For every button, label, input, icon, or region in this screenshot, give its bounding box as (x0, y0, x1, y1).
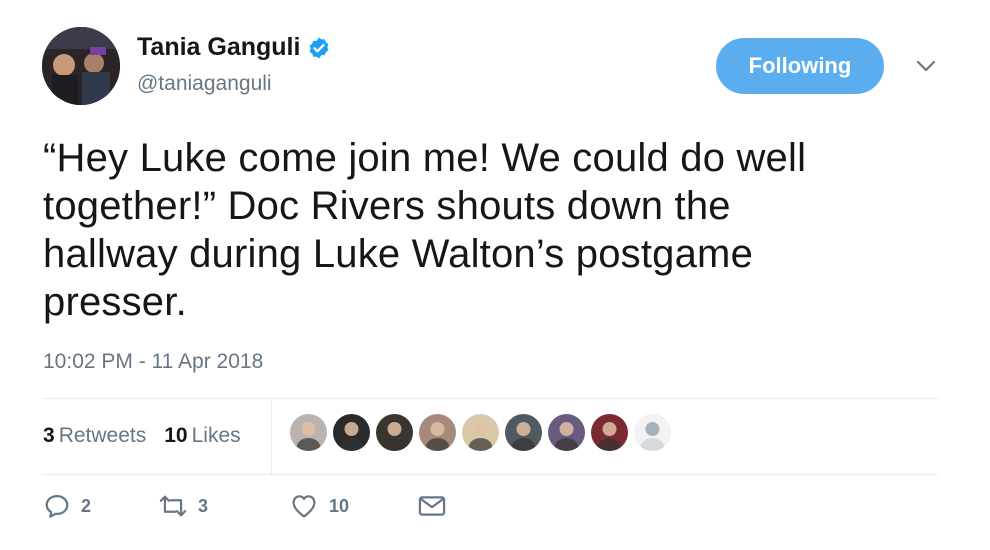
liker-avatar[interactable] (333, 414, 370, 451)
avatar-icon (548, 414, 585, 451)
avatar-icon (419, 414, 456, 451)
liker-avatar[interactable] (290, 414, 327, 451)
retweets-label: Retweets (58, 424, 147, 447)
avatar-icon (333, 414, 370, 451)
author-handle[interactable]: @taniaganguli (137, 72, 272, 96)
tweet-text-line: hallway during Luke Walton’s postgame (43, 232, 754, 276)
tweet-text-line: presser. (43, 280, 187, 324)
chevron-down-icon[interactable] (915, 58, 937, 74)
divider (42, 398, 938, 399)
direct-message-action[interactable] (417, 492, 447, 520)
divider (42, 474, 938, 475)
likes-count: 10 (164, 424, 188, 447)
avatar-icon (505, 414, 542, 451)
retweets-stat[interactable]: 3 Retweets (43, 424, 146, 448)
avatar-icon (290, 414, 327, 451)
following-button[interactable]: Following (716, 38, 884, 94)
likes-label: Likes (191, 424, 241, 447)
verified-badge-icon (310, 37, 329, 58)
retweets-count: 3 (43, 424, 55, 447)
liker-avatar[interactable] (462, 414, 499, 451)
like-action[interactable]: 10 (289, 492, 417, 520)
tweet-text-line: together!” Doc Rivers shouts down the (43, 184, 731, 228)
likers-avatars (290, 414, 671, 451)
retweet-action[interactable]: 3 (158, 492, 289, 520)
avatar-icon (376, 414, 413, 451)
like-count: 10 (329, 495, 350, 516)
tweet-text-line: “Hey Luke come join me! We could do well (43, 136, 807, 180)
liker-avatar[interactable] (634, 414, 671, 451)
reply-action[interactable]: 2 (43, 492, 158, 520)
avatar-icon (634, 414, 671, 451)
avatar-icon (591, 414, 628, 451)
liker-avatar[interactable] (591, 414, 628, 451)
tweet-timestamp[interactable]: 10:02 PM - 11 Apr 2018 (43, 350, 263, 374)
envelope-icon (418, 496, 446, 516)
liker-avatar[interactable] (419, 414, 456, 451)
retweet-count: 3 (198, 495, 209, 516)
stats-separator (271, 400, 272, 474)
engagement-stats: 3 Retweets 10 Likes (43, 424, 241, 448)
liker-avatar[interactable] (505, 414, 542, 451)
tweet-actions: 2 3 10 (43, 492, 447, 520)
tweet-card: Tania Ganguli @taniaganguli Following “H… (0, 0, 990, 550)
author-name-text[interactable]: Tania Ganguli (137, 33, 300, 62)
tweet-text: “Hey Luke come join me! We could do well… (43, 134, 943, 326)
likes-stat[interactable]: 10 Likes (164, 424, 240, 448)
reply-icon (45, 494, 69, 518)
reply-count: 2 (81, 495, 92, 516)
heart-icon (292, 495, 316, 518)
liker-avatar[interactable] (548, 414, 585, 451)
author-avatar[interactable] (42, 27, 120, 105)
avatar-photo-icon (42, 27, 120, 105)
author-name[interactable]: Tania Ganguli (137, 33, 331, 62)
retweet-icon (159, 495, 187, 517)
liker-avatar[interactable] (376, 414, 413, 451)
avatar-icon (462, 414, 499, 451)
